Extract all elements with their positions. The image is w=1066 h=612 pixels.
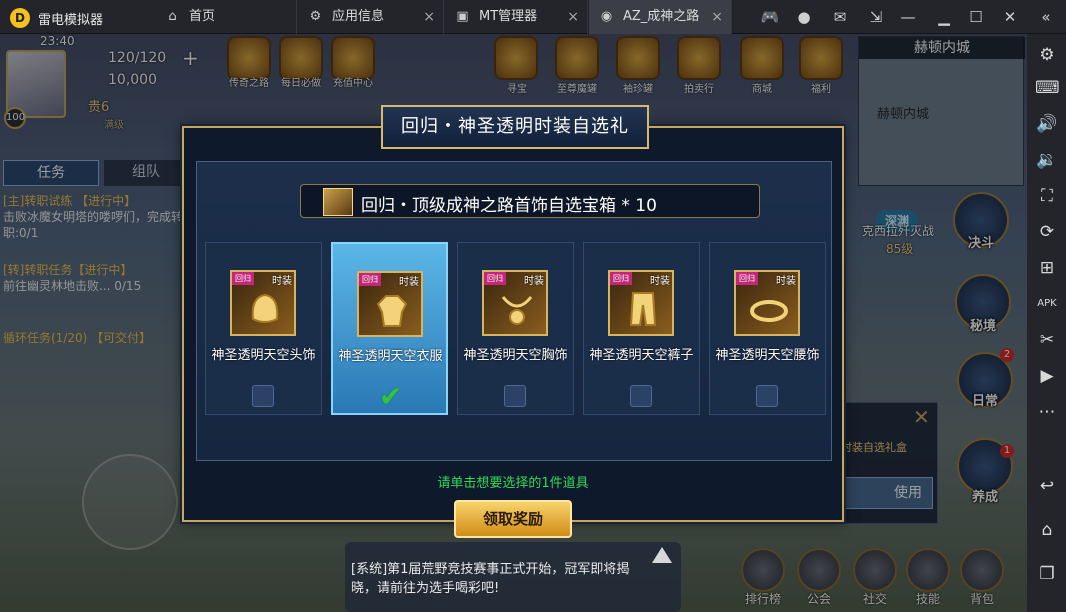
tab-game[interactable]: ◉ AZ_成神之路 × <box>589 0 732 34</box>
pants-icon: 回归 时装 <box>608 270 674 336</box>
recent-apps-icon[interactable]: ❐ <box>1035 562 1059 586</box>
home-icon: ⌂ <box>168 9 177 24</box>
tab-app-info-label: 应用信息 <box>332 9 385 24</box>
necklace-icon: 回归 时装 <box>482 270 548 336</box>
more-icon[interactable]: ⋯ <box>1035 400 1059 424</box>
tab-close-icon[interactable]: × <box>567 0 579 34</box>
dialog-body: 回归・顶级成神之路首饰自选宝箱 * 10 回归 时装 神圣透明天空头饰 回归 时… <box>196 161 832 461</box>
collapse-sidebar-icon[interactable]: « <box>1036 7 1056 27</box>
shrink-icon[interactable]: ⇲ <box>866 7 886 27</box>
item-checkbox[interactable] <box>756 385 778 407</box>
checkmark-icon: ✔ <box>379 380 403 413</box>
android-icon: ▣ <box>456 9 469 24</box>
gamepad-icon[interactable]: 🎮 <box>760 7 780 27</box>
item-name: 神圣透明天空裤子 <box>589 348 694 363</box>
item-name: 神圣透明天空头饰 <box>211 348 316 363</box>
item-checkbox[interactable] <box>252 385 274 407</box>
dialog-title: 回归・神圣透明时装自选礼 <box>381 105 649 149</box>
back-icon[interactable]: ↩ <box>1035 474 1059 498</box>
home-nav-icon[interactable]: ⌂ <box>1035 518 1059 542</box>
mail-icon[interactable]: ✉ <box>830 7 850 27</box>
reward-select-dialog: 回归・神圣透明时装自选礼 回归・顶级成神之路首饰自选宝箱 * 10 回归 时装 … <box>182 105 844 538</box>
scissors-icon[interactable]: ✂ <box>1035 328 1059 352</box>
gear-icon: ⚙ <box>309 9 322 24</box>
settings-icon[interactable]: ⚙ <box>1035 43 1059 67</box>
return-tag: 回归 <box>610 272 632 285</box>
item-card[interactable]: 回归 时装 神圣透明天空胸饰 <box>457 242 574 415</box>
belt-icon: 回归 时装 <box>734 270 800 336</box>
tab-close-icon[interactable]: × <box>711 0 723 34</box>
item-card[interactable]: 回归 时装 神圣透明天空头饰 <box>205 242 322 415</box>
outfit-icon: 回归 时装 <box>357 271 423 337</box>
emulator-titlebar: D 雷电模拟器 ⌂ 首页 ⚙ 应用信息 × ▣ MT管理器 × ◉ AZ_成神之… <box>0 0 1066 34</box>
tab-home[interactable]: ⌂ 首页 <box>155 0 297 34</box>
screenshot-icon[interactable]: ⛶ <box>1035 184 1059 208</box>
pants-shape <box>629 292 657 326</box>
system-chat[interactable]: [系统]第1届荒野竞技赛事正式开始，冠军即将揭晓，请前往为选手喝彩吧! <box>345 542 681 612</box>
return-tag: 回归 <box>359 273 381 286</box>
game-icon: ◉ <box>600 9 613 24</box>
item-checkbox-checked[interactable]: ✔ <box>379 380 402 413</box>
fashion-tag: 时装 <box>524 276 544 287</box>
return-tag: 回归 <box>484 272 506 285</box>
chat-expand-icon[interactable] <box>652 547 672 563</box>
tab-close-icon[interactable]: × <box>423 0 435 34</box>
add-app-icon[interactable]: ⊞ <box>1035 256 1059 280</box>
headwear-icon: 回归 时装 <box>230 270 296 336</box>
item-card-selected[interactable]: 回归 时装 神圣透明天空衣服 ✔ <box>331 242 448 415</box>
item-name: 神圣透明天空胸饰 <box>463 348 568 363</box>
item-name: 神圣透明天空腰饰 <box>715 348 820 363</box>
item-name: 神圣透明天空衣服 <box>338 349 443 364</box>
box-name: 回归・顶级成神之路首饰自选宝箱 * 10 <box>361 196 657 216</box>
headwear-shape <box>251 293 279 323</box>
fashion-tag: 时装 <box>399 277 419 288</box>
fashion-tag: 时装 <box>776 276 796 287</box>
return-tag: 回归 <box>736 272 758 285</box>
belt-shape <box>750 300 788 322</box>
item-checkbox[interactable] <box>504 385 526 407</box>
keyboard-icon[interactable]: ⌨ <box>1035 76 1060 100</box>
tab-app-info[interactable]: ⚙ 应用信息 × <box>298 0 444 34</box>
apk-icon[interactable]: APK <box>1035 292 1059 316</box>
rotate-icon[interactable]: ⟳ <box>1035 220 1059 244</box>
volume-down-icon[interactable]: 🔉 <box>1035 148 1059 172</box>
tab-mt-manager[interactable]: ▣ MT管理器 × <box>445 0 588 34</box>
app-logo: D <box>10 8 30 28</box>
record-icon[interactable]: ▶ <box>1035 364 1059 388</box>
minimize-icon[interactable]: ▁ <box>934 7 954 27</box>
game-viewport[interactable]: 100 23:40 120/120 + 10,000 贵6 满级 传奇之路 每日… <box>0 34 1027 612</box>
account-icon[interactable]: ● <box>794 7 814 27</box>
emulator-sidebar: ⚙ ⌨ 🔊 🔉 ⛶ ⟳ ⊞ APK ✂ ▶ ⋯ ↩ ⌂ ❐ <box>1027 34 1066 612</box>
chat-message: [系统]第1届荒野竞技赛事正式开始，冠军即将揭晓，请前往为选手喝彩吧! <box>351 562 630 596</box>
selection-hint: 请单击想要选择的1件道具 <box>437 476 589 491</box>
close-icon[interactable]: ✕ <box>1000 7 1020 27</box>
fashion-tag: 时装 <box>272 276 292 287</box>
claim-reward-button[interactable]: 领取奖励 <box>454 500 572 538</box>
app-name: 雷电模拟器 <box>38 13 104 28</box>
outfit-shape <box>376 295 408 327</box>
fashion-tag: 时装 <box>650 276 670 287</box>
necklace-shape <box>501 296 533 325</box>
item-checkbox[interactable] <box>630 385 652 407</box>
treasure-box-icon <box>323 188 353 216</box>
volume-up-icon[interactable]: 🔊 <box>1035 112 1059 136</box>
item-card[interactable]: 回归 时装 神圣透明天空裤子 <box>583 242 700 415</box>
return-tag: 回归 <box>232 272 254 285</box>
item-card[interactable]: 回归 时装 神圣透明天空腰饰 <box>709 242 826 415</box>
tab-mt-manager-label: MT管理器 <box>479 9 538 24</box>
minimize-window-icon[interactable]: — <box>898 7 918 27</box>
tab-game-label: AZ_成神之路 <box>623 9 700 24</box>
maximize-icon[interactable]: ☐ <box>966 7 986 27</box>
tab-home-label: 首页 <box>189 9 216 24</box>
